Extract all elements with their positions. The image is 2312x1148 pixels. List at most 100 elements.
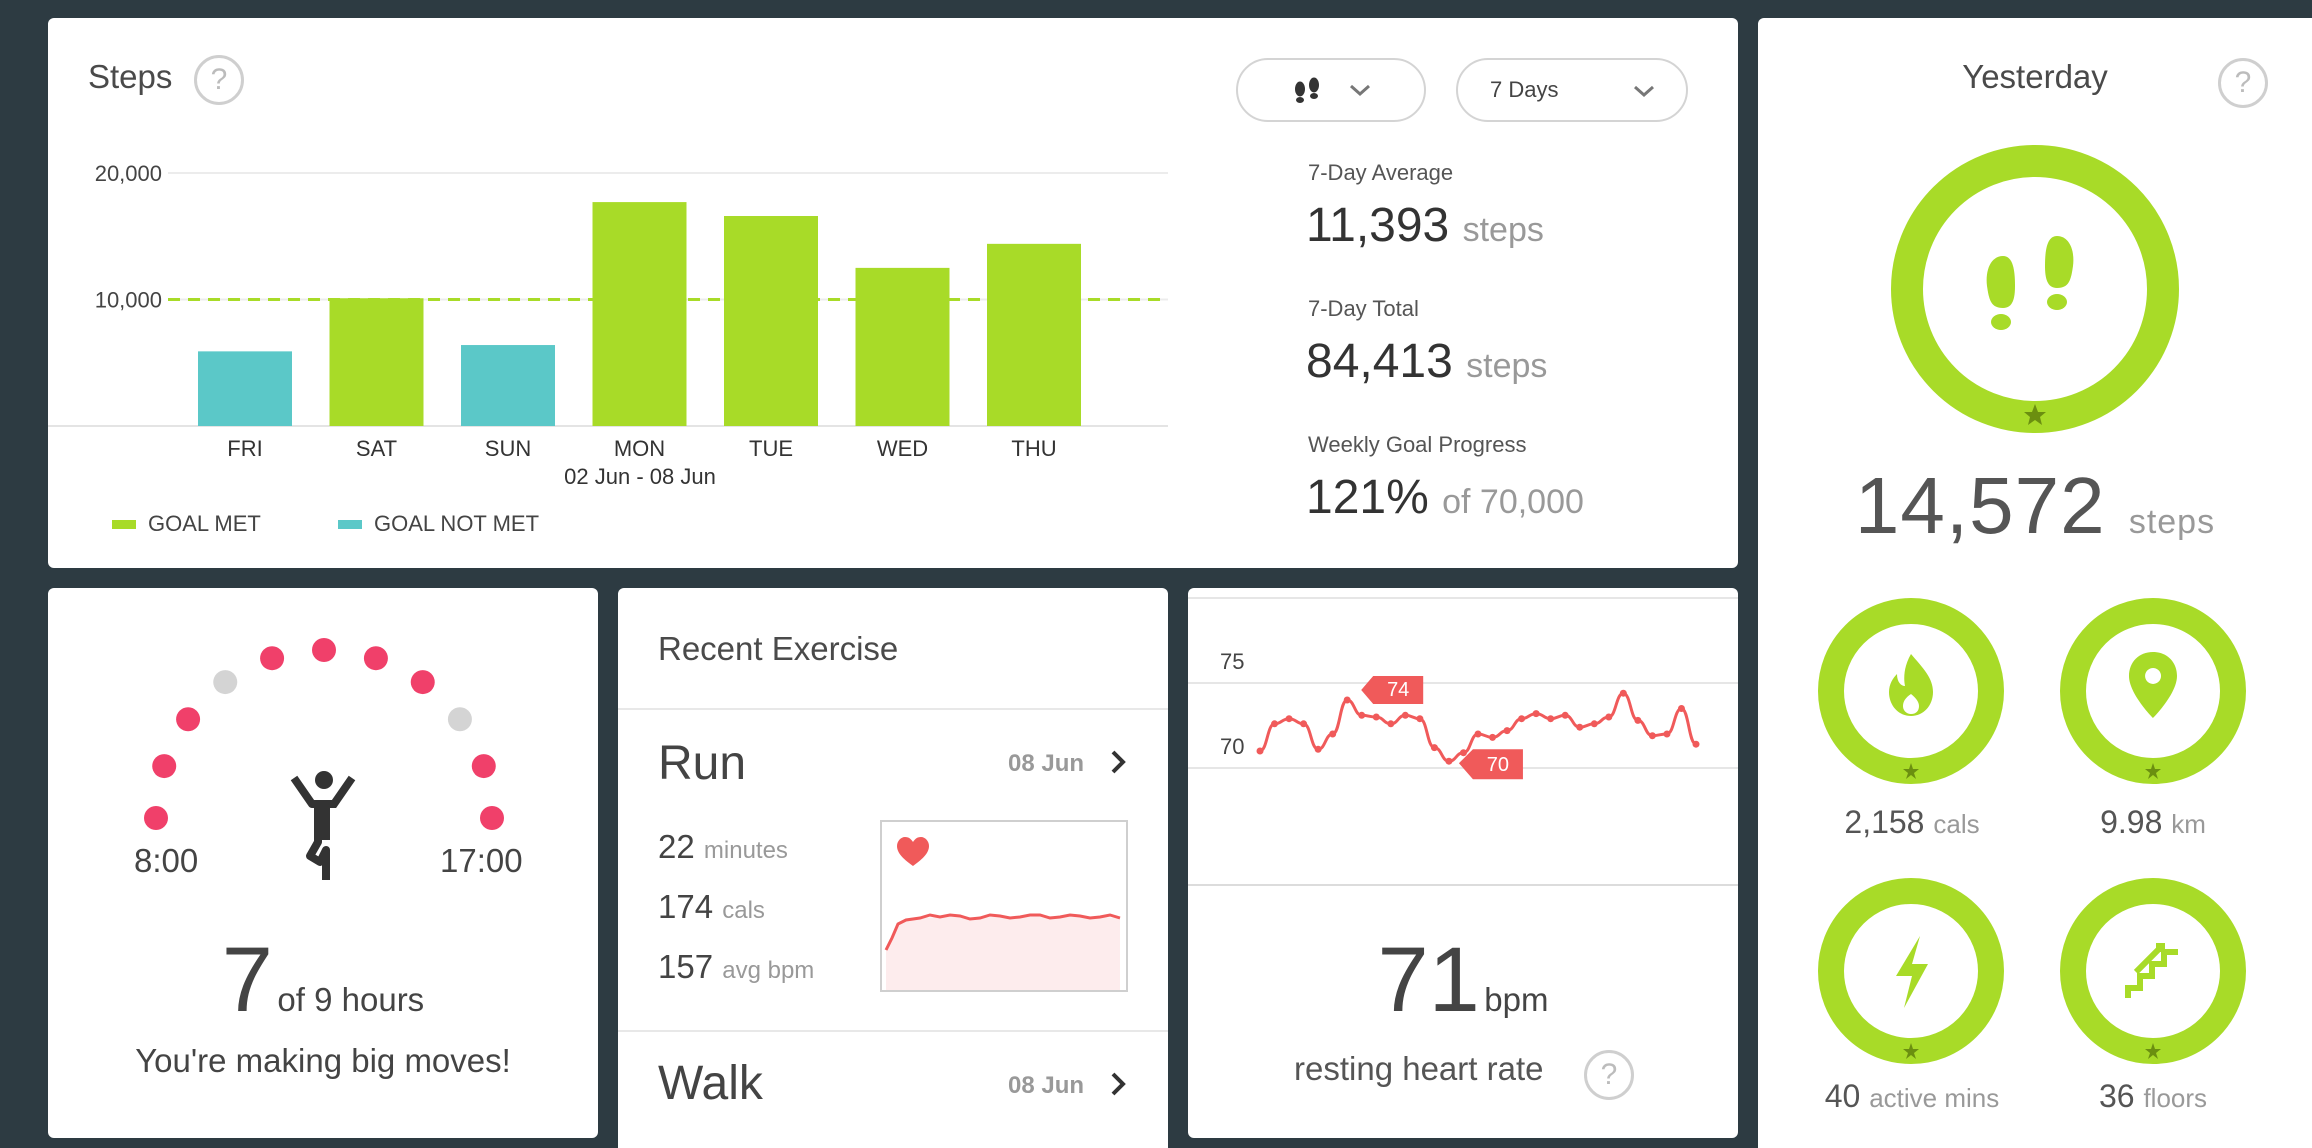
yesterday-steps-number: 14,572 <box>1854 461 2106 550</box>
heart-rate-point <box>1677 705 1685 712</box>
location-pin-icon <box>2129 652 2177 718</box>
hour-dot <box>176 707 201 732</box>
steps-bar-chart: 20,000 10,000 FRI SAT SUN MON TUE WED THU 02 Jun … <box>48 161 1168 489</box>
footsteps-icon <box>1986 236 2074 330</box>
distance-metric: 9.98 km <box>2004 804 2302 841</box>
exercise-item-run[interactable]: Run 08 Jun 22 minutes 174 cals 157 avg b… <box>618 710 1168 1030</box>
yesterday-help-icon[interactable]: ? <box>2218 58 2268 108</box>
resting-heart-rate-card[interactable]: 80757009 MayToday7470 71 bpm resting hea… <box>1188 588 1738 1138</box>
heart-rate-point <box>1518 715 1526 723</box>
range-dropdown[interactable]: 7 Days <box>1456 58 1688 122</box>
bar-sat <box>329 298 424 426</box>
heart-rate-point <box>1329 730 1337 738</box>
heart-rate-point <box>1372 713 1380 721</box>
heart-rate-summary: 71 bpm <box>1188 928 1738 1033</box>
active-mins-value: 40 <box>1824 1078 1861 1114</box>
active-mins-ring[interactable] <box>1816 876 2006 1066</box>
heart-rate-point <box>1256 747 1264 755</box>
heart-rate-point <box>1271 720 1279 728</box>
x-tick-label: THU <box>1011 436 1056 461</box>
hour-dot <box>363 646 388 671</box>
chevron-down-icon <box>1350 84 1370 97</box>
heart-rate-point <box>1692 740 1700 748</box>
yesterday-steps-unit: steps <box>2128 503 2216 541</box>
heart-rate-point <box>1605 713 1613 721</box>
bar-mon <box>592 202 687 426</box>
minutes-value: 22 <box>658 828 695 865</box>
heart-rate-point <box>1532 710 1540 718</box>
hour-dot <box>312 638 336 662</box>
x-tick-label: WED <box>877 436 928 461</box>
y-tick-label: 80 <box>1220 588 1244 589</box>
heart-rate-point <box>1314 745 1322 753</box>
heart-rate-point <box>1416 715 1424 723</box>
hour-dot <box>152 754 177 779</box>
total-unit: steps <box>1466 347 1548 385</box>
steps-card: Steps ? 7 Days 20,000 10,000 FRI SAT SUN MON T… <box>48 18 1738 568</box>
exercise-cals: 174 cals <box>658 888 765 926</box>
steps-title: Steps <box>88 58 173 95</box>
x-tick-label: TUE <box>749 436 793 461</box>
hourly-end-time: 17:00 <box>440 842 523 879</box>
chevron-down-icon <box>1634 85 1654 98</box>
progress-unit: of 70,000 <box>1442 483 1584 521</box>
hourly-summary: 7 of 9 hours <box>48 928 598 1033</box>
hourly-activity-card[interactable]: 8:00 17:00 7 of 9 hours You're making bi… <box>48 588 598 1138</box>
range-dropdown-label: 7 Days <box>1490 77 1559 102</box>
activity-type-dropdown[interactable] <box>1236 58 1426 122</box>
heart-rate-point <box>1547 715 1555 723</box>
hourly-message: You're making big moves! <box>135 1042 511 1079</box>
avg-unit: steps <box>1462 211 1544 249</box>
x-tick-label: SUN <box>485 436 531 461</box>
exercise-minutes: 22 minutes <box>658 828 788 866</box>
steps-ring[interactable] <box>1890 144 2180 434</box>
hour-dot <box>144 806 168 830</box>
total-label: 7-Day Total <box>1308 296 1419 321</box>
minutes-unit: minutes <box>703 837 788 864</box>
steps-help-icon[interactable]: ? <box>194 55 244 105</box>
y-tick-label: 20,000 <box>95 161 162 186</box>
heart-rate-point <box>1663 730 1671 738</box>
hour-dot <box>410 670 435 695</box>
heart-rate-point <box>1285 715 1293 723</box>
heart-rate-label: resting heart rate <box>1294 1050 1544 1087</box>
legend-goal-not-met: GOAL NOT MET <box>338 511 539 537</box>
stairs-icon <box>2125 943 2178 998</box>
calories-ring[interactable] <box>1816 596 2006 786</box>
min-label: 70 <box>1487 754 1509 776</box>
yesterday-card: Yesterday ? 14,572 steps 2,158 cals 9.98… <box>1758 18 2312 1148</box>
y-tick-label: 10,000 <box>95 288 162 313</box>
calories-unit: cals <box>1933 809 1980 839</box>
exercise-bpm: 157 avg bpm <box>658 948 814 986</box>
hour-dot <box>480 806 504 830</box>
exercise-item-walk[interactable]: Walk 08 Jun <box>618 1032 1168 1148</box>
chevron-right-icon <box>1111 750 1126 774</box>
hour-dot <box>471 754 496 779</box>
footsteps-icon <box>1295 77 1319 103</box>
exercise-name: Walk <box>658 1057 763 1110</box>
hourly-unit: of 9 hours <box>277 981 425 1018</box>
heart-rate-point <box>1387 720 1395 728</box>
avg-number: 11,393 <box>1306 199 1450 252</box>
floors-value: 36 <box>2098 1078 2135 1114</box>
floors-ring[interactable] <box>2058 876 2248 1066</box>
heart-rate-unit: bpm <box>1484 981 1549 1018</box>
active-mins-unit: active mins <box>1869 1083 2000 1113</box>
heart-rate-point <box>1343 696 1351 704</box>
x-tick-label: FRI <box>227 436 262 461</box>
legend-swatch <box>338 519 362 529</box>
progress-value: 121% of 70,000 <box>1306 470 1584 525</box>
legend-goal-met-label: GOAL MET <box>148 511 261 536</box>
avg-label: 7-Day Average <box>1308 160 1454 185</box>
heart-rate-point <box>1561 711 1569 719</box>
heart-help-icon[interactable]: ? <box>1584 1050 1634 1100</box>
cals-unit: cals <box>722 897 765 924</box>
progress-label: Weekly Goal Progress <box>1308 432 1527 457</box>
heart-rate-point <box>1648 732 1656 740</box>
hourly-start-time: 8:00 <box>134 842 199 879</box>
exercise-date: 08 Jun <box>1008 750 1085 777</box>
heart-rate-point <box>1619 689 1627 697</box>
distance-ring[interactable] <box>2058 596 2248 786</box>
heart-rate-point <box>1300 720 1308 728</box>
y-tick-label: 75 <box>1220 649 1244 674</box>
